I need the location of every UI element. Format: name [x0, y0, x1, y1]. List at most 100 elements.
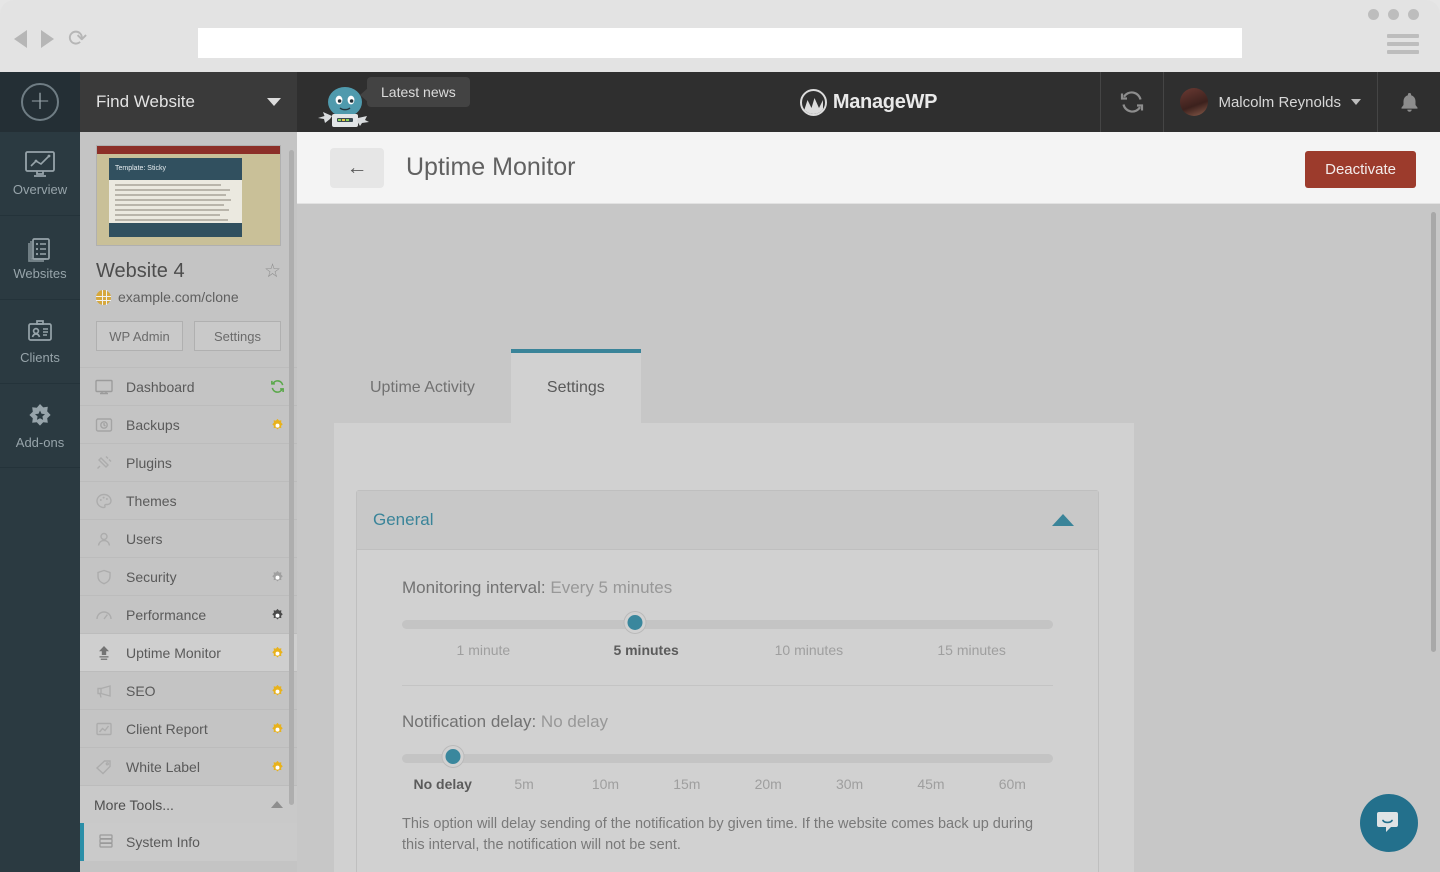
megaphone-icon — [94, 681, 114, 701]
user-menu[interactable]: Malcolm Reynolds — [1164, 72, 1377, 132]
sidebar-item-security[interactable]: Security — [80, 557, 297, 595]
sidebar-item-themes[interactable]: Themes — [80, 481, 297, 519]
tick-label: 5m — [514, 776, 534, 792]
monitoring-interval-slider[interactable] — [402, 612, 1053, 633]
notification-delay-label-text: Notification delay: — [402, 712, 537, 731]
rail-item-label: Add-ons — [15, 435, 65, 450]
divider — [402, 685, 1053, 686]
rail-item-overview[interactable]: Overview — [0, 132, 80, 216]
monitoring-interval-knob[interactable] — [624, 612, 646, 633]
find-website-label: Find Website — [96, 92, 195, 111]
top-bar: Latest news ManageWP Malcolm Reynolds — [297, 72, 1440, 132]
tick-label: 20m — [754, 776, 782, 792]
notification-delay-slider[interactable] — [402, 746, 1053, 767]
website-url[interactable]: example.com/clone — [118, 289, 239, 305]
gear-star-icon — [24, 401, 56, 431]
no-badge — [270, 455, 285, 470]
star-outline-icon[interactable]: ☆ — [264, 262, 281, 281]
sidebar-item-white-label[interactable]: White Label — [80, 747, 297, 785]
tab-settings[interactable]: Settings — [510, 349, 641, 423]
sidebar-item-system-info[interactable]: System Info — [80, 823, 297, 861]
sidebar-item-label: Uptime Monitor — [126, 644, 221, 661]
sync-icon[interactable] — [1101, 72, 1163, 132]
monitoring-interval-label-text: Monitoring interval: — [402, 578, 546, 597]
general-card-header[interactable]: General — [357, 491, 1098, 550]
plug-icon — [94, 453, 114, 473]
wp-admin-button[interactable]: WP Admin — [96, 321, 183, 351]
tick-label: No delay — [413, 776, 472, 792]
reload-icon[interactable]: ⟳ — [68, 28, 87, 51]
find-website-dropdown[interactable]: Find Website — [80, 72, 297, 132]
tab-bar: Uptime Activity Settings — [334, 349, 641, 423]
chevron-up-icon — [271, 801, 283, 808]
sidebar-item-label: Dashboard — [126, 378, 195, 395]
forward-icon[interactable] — [41, 30, 54, 48]
tick-label: 45m — [917, 776, 945, 792]
url-input[interactable] — [198, 28, 1242, 58]
rail-item-addons[interactable]: Add-ons — [0, 384, 80, 468]
gear-gold-icon — [270, 759, 285, 774]
more-tools-label: More Tools... — [94, 796, 174, 813]
website-menu: Dashboard Backups Plugins Themes Users S… — [80, 367, 297, 861]
tick-label: 15m — [673, 776, 701, 792]
more-tools-toggle[interactable]: More Tools... — [80, 785, 297, 823]
sidebar-scrollbar[interactable] — [289, 150, 294, 805]
back-icon[interactable] — [14, 30, 27, 48]
backup-icon — [94, 415, 114, 435]
sidebar-item-seo[interactable]: SEO — [80, 671, 297, 709]
gear-gold-icon — [270, 645, 285, 660]
latest-news-bubble[interactable]: Latest news — [360, 77, 470, 107]
add-website-button[interactable]: + — [0, 72, 80, 132]
tab-uptime-activity[interactable]: Uptime Activity — [334, 353, 511, 423]
main-region: Latest news ManageWP Malcolm Reynolds ← … — [297, 72, 1440, 872]
window-controls[interactable] — [1368, 9, 1419, 20]
rail-item-websites[interactable]: Websites — [0, 216, 80, 300]
notification-delay-ticks: No delay 5m 10m 15m 20m 30m 45m 60m — [402, 776, 1053, 792]
browser-chrome: ⟳ — [0, 0, 1440, 72]
thumbnail-title: Template: Sticky — [115, 165, 166, 172]
palette-icon — [94, 491, 114, 511]
sidebar-item-label: Client Report — [126, 720, 208, 737]
sidebar-item-plugins[interactable]: Plugins — [80, 443, 297, 481]
content-scrollbar[interactable] — [1431, 212, 1436, 652]
rail-item-clients[interactable]: Clients — [0, 300, 80, 384]
tick-label: 1 minute — [456, 642, 511, 658]
sidebar-item-label: Plugins — [126, 454, 172, 471]
monitor-icon — [94, 377, 114, 397]
tick-label: 10 minutes — [774, 642, 844, 658]
hamburger-icon[interactable] — [1387, 34, 1419, 58]
sidebar-item-client-report[interactable]: Client Report — [80, 709, 297, 747]
notification-delay-knob[interactable] — [442, 746, 464, 767]
user-icon — [94, 529, 114, 549]
sidebar-item-backups[interactable]: Backups — [80, 405, 297, 443]
arrow-left-icon[interactable]: ← — [330, 147, 384, 188]
stacked-list-icon — [24, 234, 56, 262]
tick-label: 15 minutes — [937, 642, 1006, 658]
uptime-arrow-icon — [94, 643, 114, 663]
app-body: + Overview Websites Clients Add-ons Find… — [0, 72, 1440, 872]
sidebar-item-dashboard[interactable]: Dashboard — [80, 367, 297, 405]
bell-icon[interactable] — [1378, 72, 1440, 132]
settings-button[interactable]: Settings — [194, 321, 281, 351]
shield-icon — [94, 567, 114, 587]
gear-grey-icon — [270, 569, 285, 584]
deactivate-button[interactable]: Deactivate — [1305, 151, 1416, 188]
notification-delay-hint: This option will delay sending of the no… — [402, 816, 1034, 853]
sidebar-item-label: SEO — [126, 682, 156, 699]
general-card: General Monitoring interval: Every 5 min… — [356, 490, 1099, 872]
website-thumbnail[interactable]: Template: Sticky — [80, 132, 297, 246]
monitor-chart-icon — [23, 150, 57, 178]
chat-bubble-icon[interactable] — [1360, 794, 1418, 852]
website-sidebar: Find Website Template: Sticky Website 4 … — [80, 72, 297, 872]
gear-gold-icon — [270, 721, 285, 736]
sidebar-item-uptime-monitor[interactable]: Uptime Monitor — [80, 633, 297, 671]
caret-up-icon[interactable] — [1052, 514, 1074, 526]
tick-label: 60m — [998, 776, 1026, 792]
tick-label: 10m — [591, 776, 620, 792]
sidebar-item-label: Security — [126, 568, 177, 585]
general-section-title: General — [373, 510, 434, 529]
sidebar-item-performance[interactable]: Performance — [80, 595, 297, 633]
no-badge — [270, 493, 285, 508]
rail-item-label: Clients — [20, 350, 60, 365]
sidebar-item-users[interactable]: Users — [80, 519, 297, 557]
